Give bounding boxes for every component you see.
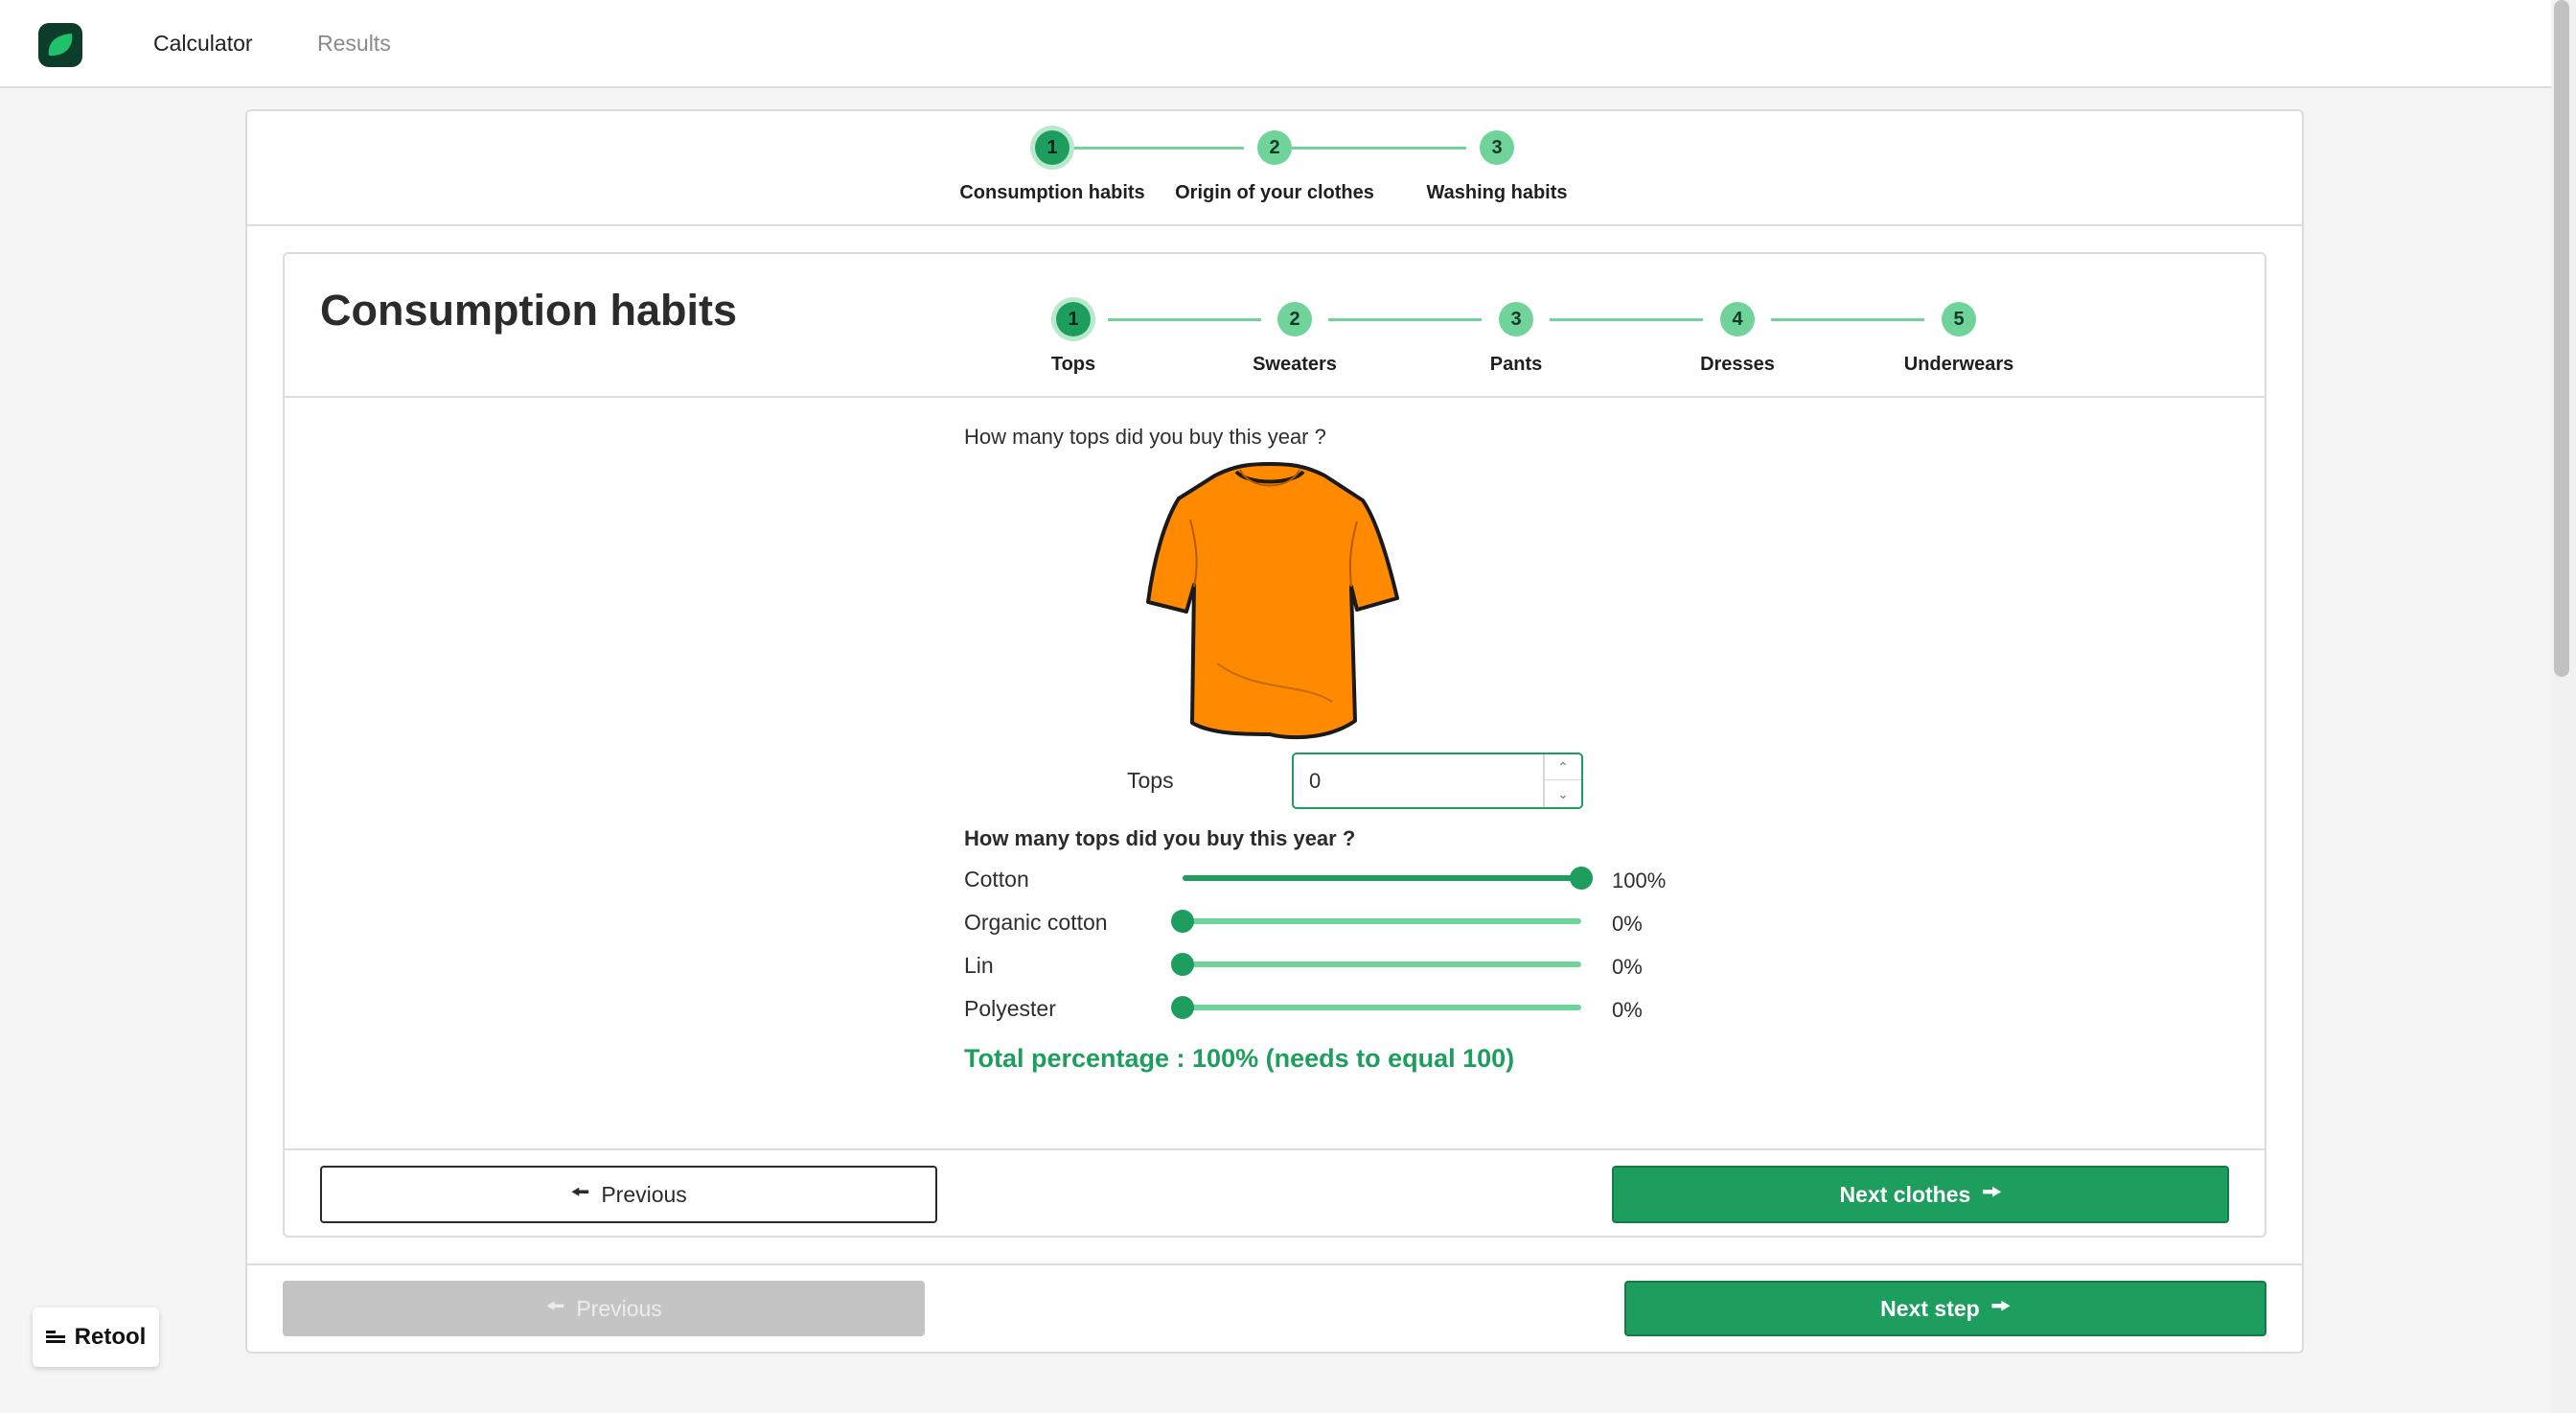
section-title: Consumption habits (320, 286, 737, 335)
clothes-step-label-3: Pants (1489, 354, 1543, 375)
main-step-1[interactable]: 1 (1035, 130, 1070, 165)
top-navigation: Calculator Results (0, 0, 2551, 88)
stepper-connector (1108, 318, 1261, 321)
main-step-2[interactable]: 2 (1257, 130, 1292, 165)
arrow-right-icon: 🠚 (1982, 1178, 2002, 1204)
lin-slider[interactable] (1183, 961, 1581, 967)
previous-step-button[interactable]: 🠘 Previous (283, 1281, 925, 1336)
next-step-label: Next step (1880, 1295, 1980, 1321)
tops-quantity-input[interactable] (1309, 764, 1539, 799)
previous-clothes-button[interactable]: 🠘 Previous (320, 1166, 937, 1223)
cotton-slider[interactable] (1183, 875, 1581, 881)
quantity-label: Tops (1127, 768, 1174, 793)
main-step-3[interactable]: 3 (1480, 130, 1514, 165)
clothes-card (283, 252, 2266, 1238)
retool-logo-icon (45, 1331, 65, 1343)
material-label-lin: Lin (964, 953, 994, 978)
leaf-icon (48, 34, 73, 57)
divider (285, 396, 2265, 398)
next-clothes-button[interactable]: Next clothes 🠚 (1612, 1166, 2229, 1223)
polyester-slider[interactable] (1183, 1005, 1581, 1010)
main-step-label-1: Consumption habits (959, 182, 1145, 203)
clothes-step-label-2: Sweaters (1253, 354, 1337, 375)
divider (247, 224, 2302, 226)
leaf-logo[interactable] (38, 23, 82, 67)
polyester-slider-handle[interactable] (1171, 996, 1194, 1019)
previous-step-label: Previous (576, 1295, 662, 1321)
stepper-connector (1550, 318, 1703, 321)
main-step-label-2: Origin of your clothes (1175, 182, 1374, 203)
polyester-percentage: 0% (1612, 998, 1643, 1022)
lin-slider-handle[interactable] (1171, 953, 1194, 976)
cotton-percentage: 100% (1612, 869, 1667, 892)
increment-button[interactable]: ⌃ (1545, 754, 1581, 780)
tshirt-icon (1146, 462, 1399, 740)
main-step-label-3: Washing habits (1426, 182, 1568, 203)
stepper-connector (1771, 318, 1924, 321)
divider (247, 1263, 2302, 1265)
previous-clothes-label: Previous (601, 1181, 687, 1207)
decrement-button[interactable]: ⌄ (1545, 781, 1581, 807)
clothes-step-label-5: Underwears (1903, 354, 2014, 375)
clothes-step-4[interactable]: 4 (1720, 302, 1755, 336)
clothes-step-3[interactable]: 3 (1499, 302, 1533, 336)
clothes-step-5[interactable]: 5 (1942, 302, 1976, 336)
stepper-connector (1292, 147, 1466, 150)
slider-fill (1183, 875, 1581, 881)
stepper-connector (1328, 318, 1482, 321)
material-label-organic-cotton: Organic cotton (964, 910, 1108, 935)
cotton-slider-handle[interactable] (1570, 867, 1593, 890)
clothes-step-2[interactable]: 2 (1277, 302, 1312, 336)
materials-question: How many tops did you buy this year ? (964, 826, 1356, 850)
total-percentage: Total percentage : 100% (needs to equal … (964, 1044, 1515, 1073)
nav-calculator[interactable]: Calculator (153, 31, 253, 57)
retool-badge-label: Retool (74, 1324, 147, 1350)
lin-percentage: 0% (1612, 955, 1643, 979)
material-label-polyester: Polyester (964, 996, 1056, 1021)
arrow-right-icon: 🠚 (1990, 1292, 2011, 1318)
clothes-step-label-1: Tops (1050, 354, 1096, 375)
organic-cotton-percentage: 0% (1612, 912, 1643, 936)
page-scrollbar-thumb[interactable] (2554, 0, 2569, 677)
organic-cotton-slider-handle[interactable] (1171, 910, 1194, 933)
clothes-step-label-4: Dresses (1700, 354, 1775, 375)
next-clothes-label: Next clothes (1839, 1181, 1971, 1207)
spinner: ⌃ ⌄ (1543, 754, 1581, 807)
next-step-button[interactable]: Next step 🠚 (1624, 1281, 2266, 1336)
tops-quantity-stepper[interactable]: ⌃ ⌄ (1292, 753, 1583, 809)
quantity-question: How many tops did you buy this year ? (964, 425, 1326, 449)
material-label-cotton: Cotton (964, 867, 1029, 892)
stepper-connector (1070, 147, 1244, 150)
arrow-left-icon: 🠘 (545, 1292, 565, 1318)
nav-results[interactable]: Results (317, 31, 391, 57)
clothes-step-1[interactable]: 1 (1056, 302, 1091, 336)
retool-badge[interactable]: Retool (33, 1308, 159, 1367)
chevron-down-icon: ⌄ (1557, 786, 1569, 801)
arrow-left-icon: 🠘 (570, 1178, 590, 1204)
chevron-up-icon: ⌃ (1557, 758, 1569, 775)
organic-cotton-slider[interactable] (1183, 918, 1581, 924)
divider (285, 1148, 2265, 1150)
